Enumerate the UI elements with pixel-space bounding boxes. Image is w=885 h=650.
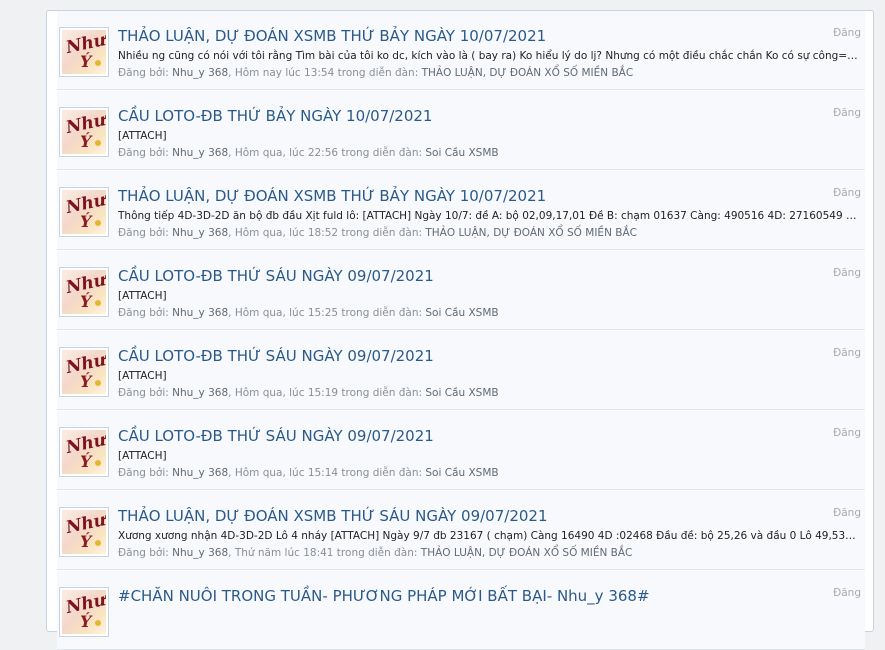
post-snippet: Xương xương nhận 4D-3D-2D Lô 4 nháy [ATT… [118, 530, 858, 542]
author-link[interactable]: Nhu_y 368 [172, 67, 228, 79]
post-time: , Hôm qua, lúc 15:25 trong diễn đàn: [228, 307, 423, 319]
meta-prefix: Đăng bởi: [118, 147, 169, 159]
author-link[interactable]: Nhu_y 368 [172, 387, 228, 399]
meta-prefix: Đăng bởi: [118, 307, 169, 319]
post-meta: Đăng bởi: Nhu_y 368, Hôm nay lúc 13:54 t… [118, 66, 633, 80]
post-meta: Đăng bởi: Nhu_y 368, Hôm qua, lúc 22:56 … [118, 146, 499, 160]
meta-prefix: Đăng bởi: [118, 467, 169, 479]
thread-title-link[interactable]: CẦU LOTO-ĐB THỨ BẢY NGÀY 10/07/2021 [118, 107, 432, 125]
post-snippet: [ATTACH] [118, 130, 167, 142]
list-item: Như Ý #CHĂN NUÔI TRONG TUẦN- PHƯƠNG PHÁP … [57, 571, 865, 650]
author-link[interactable]: Nhu_y 368 [172, 547, 228, 559]
avatar[interactable]: Như Ý [59, 107, 109, 157]
forum-link[interactable]: THẢO LUẬN, DỰ ĐOÁN XỔ SỐ MIỀN BẮC [422, 67, 634, 79]
forum-link[interactable]: THẢO LUẬN, DỰ ĐOÁN XỔ SỐ MIỀN BẮC [421, 547, 633, 559]
status-label: Đăng [833, 187, 861, 199]
author-link[interactable]: Nhu_y 368 [172, 467, 228, 479]
list-item: Như Ý CẦU LOTO-ĐB THỨ SÁU NGÀY 09/07/2021… [57, 251, 865, 330]
forum-link[interactable]: Soi Cầu XSMB [425, 467, 498, 479]
status-label: Đăng [833, 587, 861, 599]
list-item: Như Ý CẦU LOTO-ĐB THỨ SÁU NGÀY 09/07/2021… [57, 331, 865, 410]
post-time: , Hôm qua, lúc 18:52 trong diễn đàn: [228, 227, 423, 239]
meta-prefix: Đăng bởi: [118, 387, 169, 399]
list-item: Như Ý CẦU LOTO-ĐB THỨ BẢY NGÀY 10/07/2021… [57, 91, 865, 170]
post-time: , Hôm qua, lúc 15:19 trong diễn đàn: [228, 387, 423, 399]
list-item: Như Ý THẢO LUẬN, DỰ ĐOÁN XSMB THỨ SÁU NGÀ… [57, 491, 865, 570]
thread-title-link[interactable]: CẦU LOTO-ĐB THỨ SÁU NGÀY 09/07/2021 [118, 267, 434, 285]
status-label: Đăng [833, 347, 861, 359]
forum-link[interactable]: Soi Cầu XSMB [425, 387, 498, 399]
author-link[interactable]: Nhu_y 368 [172, 307, 228, 319]
avatar[interactable]: Như Ý [59, 27, 109, 77]
avatar[interactable]: Như Ý [59, 347, 109, 397]
search-results-panel: Như Ý THẢO LUẬN, DỰ ĐOÁN XSMB THỨ BẢY NGÀ… [46, 10, 874, 650]
thread-title-link[interactable]: THẢO LUẬN, DỰ ĐOÁN XSMB THỨ SÁU NGÀY 09/… [118, 507, 548, 525]
status-label: Đăng [833, 507, 861, 519]
list-item: Như Ý CẦU LOTO-ĐB THỨ SÁU NGÀY 09/07/2021… [57, 411, 865, 490]
list-item: Như Ý THẢO LUẬN, DỰ ĐOÁN XSMB THỨ BẢY NGÀ… [57, 11, 865, 90]
thread-title-link[interactable]: #CHĂN NUÔI TRONG TUẦN- PHƯƠNG PHÁP MỚI B… [118, 587, 650, 605]
post-snippet: [ATTACH] [118, 370, 167, 382]
post-meta: Đăng bởi: Nhu_y 368, Hôm qua, lúc 15:19 … [118, 386, 499, 400]
post-meta: Đăng bởi: Nhu_y 368, Thứ năm lúc 18:41 t… [118, 546, 632, 560]
forum-link[interactable]: Soi Cầu XSMB [425, 147, 498, 159]
thread-title-link[interactable]: THẢO LUẬN, DỰ ĐOÁN XSMB THỨ BẢY NGÀY 10/… [118, 187, 546, 205]
author-link[interactable]: Nhu_y 368 [172, 227, 228, 239]
status-label: Đăng [833, 427, 861, 439]
author-link[interactable]: Nhu_y 368 [172, 147, 228, 159]
status-label: Đăng [833, 267, 861, 279]
thread-title-link[interactable]: THẢO LUẬN, DỰ ĐOÁN XSMB THỨ BẢY NGÀY 10/… [118, 27, 546, 45]
avatar[interactable]: Như Ý [59, 187, 109, 237]
post-snippet: [ATTACH] [118, 450, 167, 462]
avatar[interactable]: Như Ý [59, 427, 109, 477]
avatar[interactable]: Như Ý [59, 267, 109, 317]
thread-title-link[interactable]: CẦU LOTO-ĐB THỨ SÁU NGÀY 09/07/2021 [118, 347, 434, 365]
list-item: Như Ý THẢO LUẬN, DỰ ĐOÁN XSMB THỨ BẢY NGÀ… [57, 171, 865, 250]
meta-prefix: Đăng bởi: [118, 547, 169, 559]
avatar[interactable]: Như Ý [59, 587, 109, 637]
status-label: Đăng [833, 107, 861, 119]
meta-prefix: Đăng bởi: [118, 227, 169, 239]
post-snippet: [ATTACH] [118, 290, 167, 302]
forum-link[interactable]: THẢO LUẬN, DỰ ĐOÁN XỔ SỐ MIỀN BẮC [425, 227, 637, 239]
avatar[interactable]: Như Ý [59, 507, 109, 557]
post-meta: Đăng bởi: Nhu_y 368, Hôm qua, lúc 15:14 … [118, 466, 499, 480]
post-meta: Đăng bởi: Nhu_y 368, Hôm qua, lúc 15:25 … [118, 306, 499, 320]
post-time: , Thứ năm lúc 18:41 trong diễn đàn: [228, 547, 418, 559]
status-label: Đăng [833, 27, 861, 39]
forum-link[interactable]: Soi Cầu XSMB [425, 307, 498, 319]
post-time: , Hôm qua, lúc 22:56 trong diễn đàn: [228, 147, 423, 159]
results-list: Như Ý THẢO LUẬN, DỰ ĐOÁN XSMB THỨ BẢY NGÀ… [57, 11, 865, 650]
post-meta: Đăng bởi: Nhu_y 368, Hôm qua, lúc 18:52 … [118, 226, 637, 240]
post-time: , Hôm nay lúc 13:54 trong diễn đàn: [228, 67, 419, 79]
post-time: , Hôm qua, lúc 15:14 trong diễn đàn: [228, 467, 423, 479]
post-snippet: Thông tiếp 4D-3D-2D ăn bộ đb đầu Xịt ful… [118, 210, 858, 222]
thread-title-link[interactable]: CẦU LOTO-ĐB THỨ SÁU NGÀY 09/07/2021 [118, 427, 434, 445]
post-snippet: Nhiều ng cũng có nói với tôi rằng Tìm bà… [118, 50, 858, 62]
meta-prefix: Đăng bởi: [118, 67, 169, 79]
